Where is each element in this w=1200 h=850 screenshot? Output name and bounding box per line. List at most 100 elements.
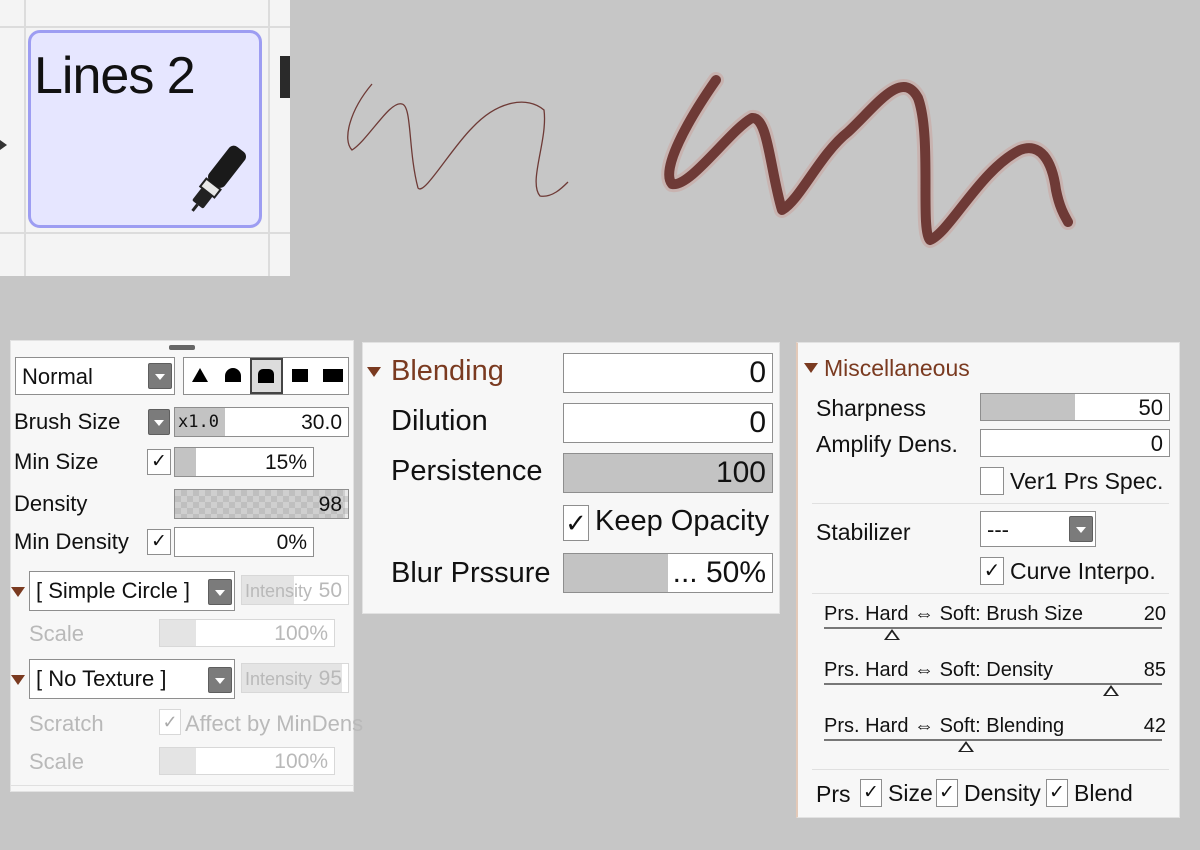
min-size-value: 15% <box>264 451 307 474</box>
min-density-field[interactable]: 0% <box>174 527 314 557</box>
chevron-down-icon[interactable] <box>208 579 232 605</box>
blending-value: 0 <box>749 356 766 389</box>
prs-label: Prs <box>816 781 851 807</box>
prs-size-label: Size <box>888 780 933 806</box>
prs-blend-checkbox[interactable]: ✓ <box>1046 779 1068 807</box>
prs-size-checkbox[interactable]: ✓ <box>860 779 882 807</box>
stabilizer-select[interactable]: --- <box>980 511 1096 547</box>
chevron-down-icon[interactable] <box>208 667 232 693</box>
curve-interpolation-label: Curve Interpo. <box>1010 558 1156 584</box>
density-label: Density <box>14 491 88 516</box>
prs-density-label: Density <box>964 780 1041 806</box>
chevron-down-icon[interactable] <box>1069 516 1093 542</box>
blur-pressure-label: Blur Prssure <box>391 557 551 589</box>
panel-grip-handle[interactable] <box>169 345 195 350</box>
next-brush-tile-edge <box>280 56 290 98</box>
prs-slider-value: 20 <box>1143 603 1166 625</box>
blend-mode-select[interactable]: Normal <box>15 357 175 395</box>
arrow-icon <box>0 140 7 150</box>
dilution-field[interactable]: 0 <box>563 403 773 443</box>
shape-sharp-icon[interactable] <box>184 358 217 394</box>
shape-square-icon[interactable] <box>283 358 316 394</box>
blending-panel: Blending 0 Dilution 0 Persistence 100 ✓ … <box>362 342 780 614</box>
blending-field[interactable]: 0 <box>563 353 773 393</box>
min-density-checkbox[interactable]: ✓ <box>147 529 171 555</box>
keep-opacity-checkbox[interactable]: ✓ <box>563 505 589 541</box>
shape-flat-icon[interactable] <box>250 358 283 394</box>
persistence-value: 100 <box>715 456 766 489</box>
prs-slider-value: 42 <box>1143 715 1166 737</box>
slider-thumb-icon[interactable] <box>883 629 900 640</box>
prs-slider-label: Prs. Hard ⇔ Soft: Density <box>824 659 1053 681</box>
collapse-triangle-icon[interactable] <box>11 675 25 685</box>
texture-value: [ No Texture ] <box>36 666 167 691</box>
prs-slider-density[interactable]: Prs. Hard ⇔ Soft: Density 85 <box>798 655 1182 711</box>
brush-shape-selector <box>183 357 349 395</box>
curve-interpolation-checkbox[interactable]: ✓ <box>980 557 1004 585</box>
min-size-checkbox[interactable]: ✓ <box>147 449 171 475</box>
prs-slider-brush-size[interactable]: Prs. Hard ⇔ Soft: Brush Size 20 <box>798 599 1182 655</box>
slider-thumb-icon[interactable] <box>957 741 974 752</box>
texture-intensity-label: Intensity <box>245 669 313 689</box>
collapse-triangle-icon[interactable] <box>804 363 818 373</box>
persistence-field[interactable]: 100 <box>563 453 773 493</box>
texture-scale-label: Scale <box>29 749 85 774</box>
prs-blend-label: Blend <box>1074 780 1133 806</box>
prs-density-checkbox[interactable]: ✓ <box>936 779 958 807</box>
shape-scale-field: 100% <box>159 619 335 647</box>
shape-scale-label: Scale <box>29 621 85 646</box>
brush-shape-select[interactable]: [ Simple Circle ] <box>29 571 235 611</box>
texture-intensity-field: Intensity 95 <box>241 663 349 693</box>
brush-size-label: Brush Size <box>14 409 121 434</box>
blending-label: Blending <box>391 355 504 387</box>
pressure-sliders: Prs. Hard ⇔ Soft: Brush Size 20 Prs. Har… <box>798 599 1182 767</box>
sharpness-field[interactable]: 50 <box>980 393 1170 421</box>
thin-stroke-sample <box>347 83 569 197</box>
min-size-field[interactable]: 15% <box>174 447 314 477</box>
affect-by-mindens-checkbox: ✓ <box>159 709 181 735</box>
miscellaneous-panel: Miscellaneous Sharpness 50 Amplify Dens.… <box>796 342 1180 818</box>
texture-select[interactable]: [ No Texture ] <box>29 659 235 699</box>
persistence-label: Persistence <box>391 455 543 487</box>
stabilizer-value: --- <box>987 517 1009 542</box>
amplify-density-value: 0 <box>1150 431 1163 456</box>
chevron-down-icon[interactable] <box>148 363 172 389</box>
keep-opacity-label: Keep Opacity <box>595 505 770 537</box>
sharpness-value: 50 <box>1138 395 1163 420</box>
min-density-value: 0% <box>276 531 307 554</box>
amplify-density-label: Amplify Dens. <box>816 431 958 457</box>
brush-shape-value: [ Simple Circle ] <box>36 578 191 603</box>
amplify-density-field[interactable]: 0 <box>980 429 1170 457</box>
texture-scale-value: 100% <box>274 750 328 773</box>
shape-intensity-value: 50 <box>318 579 342 602</box>
shape-wide-icon[interactable] <box>316 358 349 394</box>
brush-list-panel: Lines 2 <box>0 0 290 276</box>
min-density-label: Min Density <box>14 529 129 554</box>
ver1-prs-spec-checkbox[interactable] <box>980 467 1004 495</box>
brush-size-value: 30.0 <box>301 411 342 434</box>
brush-size-multiplier-dropdown[interactable] <box>148 409 170 435</box>
brush-settings-panel: Normal Brush Size x1.0 30.0 Min Size ✓ 1… <box>10 340 363 792</box>
min-size-label: Min Size <box>14 449 99 474</box>
density-field[interactable]: 98 <box>174 489 349 519</box>
pen-icon <box>191 145 247 212</box>
shape-intensity-field: Intensity 50 <box>241 575 349 605</box>
prs-slider-label: Prs. Hard ⇔ Soft: Brush Size <box>824 603 1083 625</box>
stabilizer-label: Stabilizer <box>816 519 911 545</box>
brush-size-field[interactable]: x1.0 30.0 <box>174 407 349 437</box>
blur-pressure-field[interactable]: ... 50% <box>563 553 773 593</box>
brush-size-multiplier: x1.0 <box>178 412 219 432</box>
dilution-label: Dilution <box>391 405 488 437</box>
blur-pressure-value: ... 50% <box>672 556 766 589</box>
affect-by-mindens-label: Affect by MinDens <box>185 711 364 736</box>
texture-intensity-value: 95 <box>318 667 342 690</box>
collapse-triangle-icon[interactable] <box>11 587 25 597</box>
shape-round-icon[interactable] <box>217 358 250 394</box>
prs-slider-blending[interactable]: Prs. Hard ⇔ Soft: Blending 42 <box>798 711 1182 767</box>
shape-intensity-label: Intensity <box>245 581 313 601</box>
slider-thumb-icon[interactable] <box>1103 685 1120 696</box>
collapse-triangle-icon[interactable] <box>367 367 381 377</box>
scratch-label: Scratch <box>29 711 104 736</box>
shape-scale-value: 100% <box>274 622 328 645</box>
dilution-value: 0 <box>749 406 766 439</box>
